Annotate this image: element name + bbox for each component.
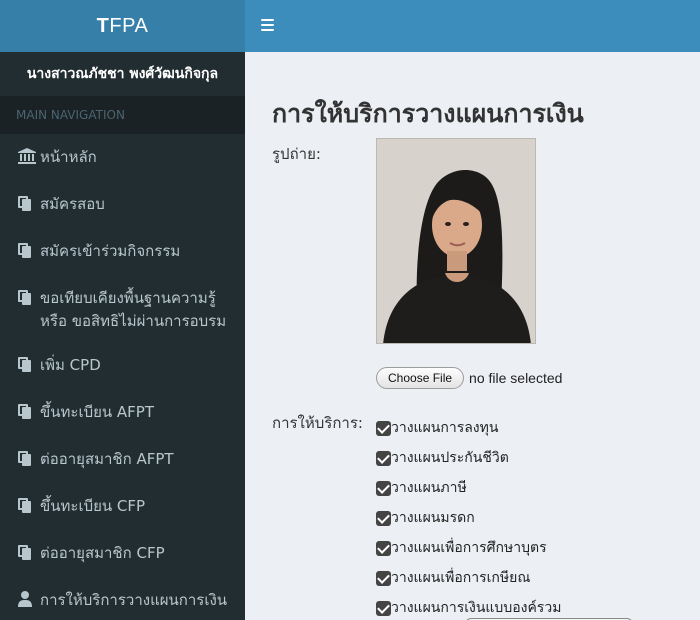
profile-photo	[376, 138, 536, 344]
nav-item-register-exam[interactable]: สมัครสอบ	[0, 181, 245, 228]
nav-item-knowledge-equivalence[interactable]: ขอเทียบเคียงพื้นฐานความรู้ หรือ ขอสิทธิไ…	[0, 275, 245, 342]
checkbox-checked-icon[interactable]	[376, 540, 391, 556]
checkbox-checked-icon[interactable]	[376, 450, 391, 466]
document-icon	[18, 542, 40, 562]
brand-logo-rest: FPA	[109, 14, 149, 37]
file-upload: Choose File no file selected	[376, 367, 562, 389]
nav-item-label: สมัครเข้าร่วมกิจกรรม	[40, 242, 181, 260]
nav-item-label: หน้าหลัก	[40, 148, 97, 166]
checkbox-label: วางแผนเพื่อการศึกษาบุตร	[391, 540, 547, 556]
document-icon	[18, 240, 40, 260]
document-icon	[18, 448, 40, 468]
nav-item-label: ต่ออายุสมาชิก CFP	[40, 544, 165, 562]
user-icon	[18, 589, 40, 609]
top-navbar	[245, 0, 700, 52]
nav-item-label: ขึ้นทะเบียน CFP	[40, 497, 146, 515]
main-content: การให้บริการวางแผนการเงิน รูปถ่าย: Choos…	[245, 52, 700, 620]
user-name: นางสาวณภัชชา พงศ์วัฒนกิจกุล	[26, 66, 219, 82]
bank-icon	[18, 146, 40, 166]
hamburger-menu-icon[interactable]	[261, 19, 274, 31]
main-navigation: หน้าหลัก สมัครสอบ สมัครเข้าร่วมกิจกรรม ข…	[0, 134, 245, 620]
document-icon	[18, 401, 40, 421]
checkbox-checked-icon[interactable]	[376, 420, 391, 436]
document-icon	[18, 354, 40, 374]
checkbox-education-planning[interactable]: วางแผนเพื่อการศึกษาบุตร	[376, 533, 561, 563]
file-status: no file selected	[469, 370, 563, 386]
checkbox-label: วางแผนภาษี	[391, 480, 467, 496]
checkbox-label: วางแผนการลงทุน	[391, 420, 499, 436]
photo-label: รูปถ่าย:	[272, 145, 321, 163]
checkbox-estate-planning[interactable]: วางแผนมรดก	[376, 503, 561, 533]
checkbox-investment-planning[interactable]: วางแผนการลงทุน	[376, 413, 561, 443]
checkbox-label: วางแผนเพื่อการเกษียณ	[391, 570, 531, 586]
checkbox-retirement-planning[interactable]: วางแผนเพื่อการเกษียณ	[376, 563, 561, 593]
nav-item-label: ขอเทียบเคียงพื้นฐานความรู้ หรือ ขอสิทธิไ…	[40, 287, 226, 333]
nav-item-home[interactable]: หน้าหลัก	[0, 134, 245, 181]
nav-item-label-line2: หรือ ขอสิทธิไม่ผ่านการอบรม	[40, 312, 227, 330]
checkbox-checked-icon[interactable]	[376, 480, 391, 496]
checkbox-checked-icon[interactable]	[376, 510, 391, 526]
checkbox-tax-planning[interactable]: วางแผนภาษี	[376, 473, 561, 503]
nav-item-join-activity[interactable]: สมัครเข้าร่วมกิจกรรม	[0, 228, 245, 275]
nav-item-add-cpd[interactable]: เพิ่ม CPD	[0, 342, 245, 389]
checkbox-checked-icon[interactable]	[376, 570, 391, 586]
nav-item-register-afpt[interactable]: ขึ้นทะเบียน AFPT	[0, 389, 245, 436]
sidebar: T FPA นางสาวณภัชชา พงศ์วัฒนกิจกุล MAIN NA…	[0, 0, 245, 620]
choose-file-button[interactable]: Choose File	[376, 367, 465, 389]
checkbox-label: วางแผนประกันชีวิต	[391, 450, 509, 466]
nav-header: MAIN NAVIGATION	[0, 96, 245, 134]
nav-item-label-line1: ขอเทียบเคียงพื้นฐานความรู้	[40, 289, 216, 307]
checkbox-label: วางแผนมรดก	[391, 510, 475, 526]
nav-item-label: สมัครสอบ	[40, 195, 105, 213]
page-title: การให้บริการวางแผนการเงิน	[272, 99, 584, 128]
nav-item-label: การให้บริการวางแผนการเงิน	[40, 591, 228, 609]
nav-item-register-cfp[interactable]: ขึ้นทะเบียน CFP	[0, 483, 245, 530]
nav-item-renew-afpt[interactable]: ต่ออายุสมาชิก AFPT	[0, 436, 245, 483]
nav-item-renew-cfp[interactable]: ต่ออายุสมาชิก CFP	[0, 530, 245, 577]
services-checkbox-list: วางแผนการลงทุน วางแผนประกันชีวิต วางแผนภ…	[376, 413, 561, 620]
checkbox-life-insurance-planning[interactable]: วางแผนประกันชีวิต	[376, 443, 561, 473]
document-icon	[18, 495, 40, 515]
brand-logo[interactable]: T FPA	[0, 0, 245, 52]
nav-item-label: เพิ่ม CPD	[40, 356, 101, 374]
checkbox-checked-icon[interactable]	[376, 600, 391, 616]
document-icon	[18, 287, 40, 307]
nav-item-financial-planning[interactable]: การให้บริการวางแผนการเงิน	[0, 577, 245, 620]
nav-item-label: ต่ออายุสมาชิก AFPT	[40, 450, 174, 468]
document-icon	[18, 193, 40, 213]
services-label: การให้บริการ:	[272, 414, 363, 432]
nav-item-label: ขึ้นทะเบียน AFPT	[40, 403, 155, 421]
checkbox-label: วางแผนการเงินแบบองค์รวม	[391, 600, 562, 616]
checkbox-holistic-planning[interactable]: วางแผนการเงินแบบองค์รวม	[376, 593, 561, 620]
brand-logo-bold: T	[96, 14, 110, 37]
